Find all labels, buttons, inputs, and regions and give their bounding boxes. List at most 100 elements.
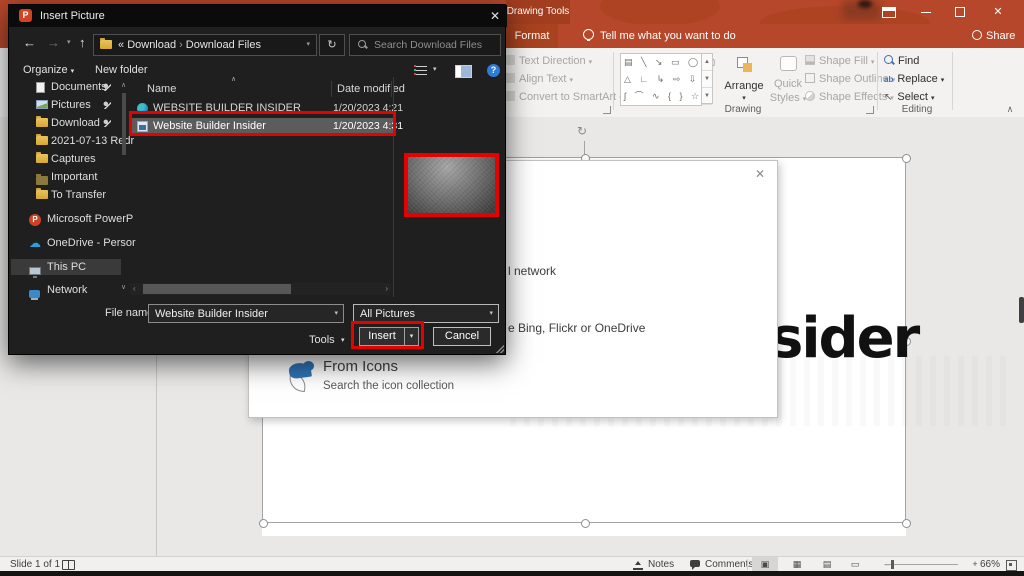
quick-styles-button[interactable]: Quick Styles — [768, 52, 808, 108]
new-folder-button[interactable]: New folder — [95, 59, 148, 81]
refresh-icon[interactable]: ↻ — [319, 34, 345, 56]
restore-button[interactable] — [946, 0, 974, 24]
breadcrumb-path[interactable]: « Download›Download Files — [118, 35, 261, 55]
sidebar-scroll-up-icon[interactable]: ∧ — [121, 81, 126, 89]
dialog-toolbar: Organize New folder ▾ ? — [9, 59, 507, 81]
forward-icon[interactable]: → — [47, 32, 60, 54]
chevron-down-icon[interactable]: ▾ — [306, 35, 310, 55]
selection-handle-bottom-left[interactable] — [259, 519, 268, 528]
close-icon[interactable]: ✕ — [755, 167, 765, 181]
back-icon[interactable]: ← — [23, 32, 36, 54]
dialog-title-bar[interactable]: P Insert Picture ✕ — [9, 5, 507, 27]
shapes-gallery-scroll[interactable]: ▲▼▼ — [701, 53, 713, 104]
tell-me-box[interactable]: Tell me what you want to do — [600, 24, 736, 48]
document-icon — [36, 82, 45, 93]
up-icon[interactable]: ↑ — [79, 32, 86, 54]
sidebar-item-2021-07-13[interactable]: 2021-07-13 Redr — [11, 133, 121, 149]
ribbon-display-options-icon[interactable] — [874, 0, 902, 24]
column-header-name[interactable]: Name — [147, 81, 176, 97]
gallery-more-icon[interactable]: ▼ — [702, 88, 712, 105]
onedrive-cloud-icon: ☁ — [29, 238, 41, 248]
pictures-icon — [36, 100, 48, 109]
cancel-button[interactable]: Cancel — [433, 327, 491, 346]
sidebar-scroll-down-icon[interactable]: ∨ — [121, 283, 126, 291]
minimize-button[interactable] — [912, 0, 940, 24]
scroll-left-icon[interactable]: ‹ — [133, 283, 136, 295]
breadcrumb-prefix: « — [118, 39, 124, 51]
breadcrumb[interactable]: « Download›Download Files ▾ — [93, 34, 317, 56]
select-button[interactable]: ↖Select — [884, 89, 934, 105]
scroll-up-icon[interactable]: ▲ — [702, 54, 712, 71]
column-header-date-modified[interactable]: Date modified — [337, 81, 405, 97]
find-button[interactable]: Find — [884, 53, 919, 69]
align-text-button[interactable]: Align Text — [505, 71, 573, 87]
spell-check-icon[interactable] — [62, 560, 75, 570]
sidebar-item-this-pc[interactable]: This PC — [11, 259, 121, 275]
sidebar-item-important[interactable]: Important — [11, 169, 121, 185]
sidebar-item-captures[interactable]: Captures — [11, 151, 121, 167]
view-normal-button[interactable]: ▣ — [752, 557, 778, 572]
help-icon[interactable]: ? — [487, 64, 500, 77]
tools-menu[interactable]: Tools — [309, 331, 335, 350]
sidebar-item-onedrive[interactable]: ☁OneDrive - Persor — [11, 235, 121, 251]
zoom-percentage[interactable]: 66% — [980, 557, 1000, 572]
rotation-handle-icon[interactable]: ↻ — [577, 124, 587, 138]
replace-button[interactable]: abReplace — [884, 71, 944, 87]
zoom-slider-track[interactable] — [886, 564, 958, 565]
resize-grip[interactable] — [496, 345, 504, 353]
selection-handle-bottom-right[interactable] — [902, 519, 911, 528]
shape-fill-button[interactable]: Shape Fill — [805, 53, 874, 69]
shape-outline-button[interactable]: Shape Outline — [805, 71, 895, 87]
selection-handle-bottom[interactable] — [581, 519, 590, 528]
close-window-button[interactable]: ✕ — [984, 0, 1012, 24]
sidebar-item-microsoft-powerpoint[interactable]: PMicrosoft PowerP — [11, 211, 121, 227]
horizontal-scrollbar[interactable]: ‹ › — [130, 283, 391, 295]
zoom-slider-thumb[interactable] — [891, 560, 894, 569]
view-details-icon[interactable] — [415, 65, 427, 75]
smartart-icon — [505, 91, 515, 101]
sidebar-item-pictures[interactable]: Pictures — [11, 97, 121, 113]
sidebar-item-download[interactable]: Download — [11, 115, 121, 131]
tab-format[interactable]: Format — [506, 24, 558, 48]
close-icon[interactable]: ✕ — [483, 5, 507, 27]
sidebar-scrollbar-thumb[interactable] — [122, 93, 126, 155]
chevron-down-icon[interactable]: ▾ — [341, 331, 345, 350]
breadcrumb-download[interactable]: Download — [127, 39, 176, 51]
scroll-right-icon[interactable]: › — [385, 283, 388, 295]
drawing-dialog-launcher-icon[interactable] — [866, 106, 874, 114]
chevron-down-icon[interactable]: ▾ — [489, 305, 493, 323]
file-name-combobox[interactable]: Website Builder Insider ▾ — [148, 304, 344, 323]
column-separator[interactable] — [331, 81, 332, 97]
from-icons-title[interactable]: From Icons — [323, 358, 398, 375]
chevron-down-icon[interactable]: ▾ — [334, 305, 338, 323]
view-reading-button[interactable]: ▤ — [814, 557, 840, 572]
contextual-tab-drawing-tools[interactable]: Drawing Tools — [506, 0, 570, 24]
collapse-ribbon-icon[interactable]: ∧ — [1000, 104, 1020, 116]
notes-button[interactable]: Notes — [648, 557, 674, 572]
shapes-gallery[interactable]: ▤ ╲ ↘ ▭ ◯ ▢ △ ∟ ↳ ⇨ ⇩ ⌂ ʃ ⌒ ∿ { } ☆ — [620, 53, 702, 106]
sidebar-item-network[interactable]: Network — [11, 282, 121, 298]
view-slideshow-button[interactable]: ▭ — [842, 557, 868, 572]
breadcrumb-download-files[interactable]: Download Files — [186, 39, 261, 51]
column-separator[interactable] — [391, 81, 392, 97]
arrange-button[interactable]: Arrange ▾ — [722, 52, 766, 108]
view-slide-sorter-button[interactable]: ▦ — [784, 557, 810, 572]
sidebar-item-to-transfer[interactable]: To Transfer — [11, 187, 121, 203]
search-icon — [358, 40, 366, 48]
sidebar-item-documents[interactable]: Documents — [11, 79, 121, 95]
shape-effects-button[interactable]: Shape Effects — [805, 89, 894, 105]
fit-to-window-icon[interactable] — [1006, 560, 1017, 571]
recent-locations-chevron-icon[interactable]: ▾ — [67, 32, 71, 54]
convert-smartart-button[interactable]: Convert to SmartArt — [505, 89, 623, 105]
scroll-down-icon[interactable]: ▼ — [702, 71, 712, 88]
selection-handle-top-right[interactable] — [902, 154, 911, 163]
pin-icon — [103, 101, 111, 109]
search-input[interactable]: Search Download Files — [349, 34, 501, 56]
share-button[interactable]: Share — [972, 24, 1015, 48]
chevron-down-icon[interactable]: ▾ — [433, 59, 437, 81]
preview-pane-icon[interactable] — [455, 65, 472, 78]
vertical-scrollbar-thumb[interactable] — [1019, 297, 1024, 323]
text-direction-button[interactable]: Text Direction — [505, 53, 592, 69]
paragraph-dialog-launcher-icon[interactable] — [603, 106, 611, 114]
horizontal-scrollbar-thumb[interactable] — [143, 284, 291, 294]
